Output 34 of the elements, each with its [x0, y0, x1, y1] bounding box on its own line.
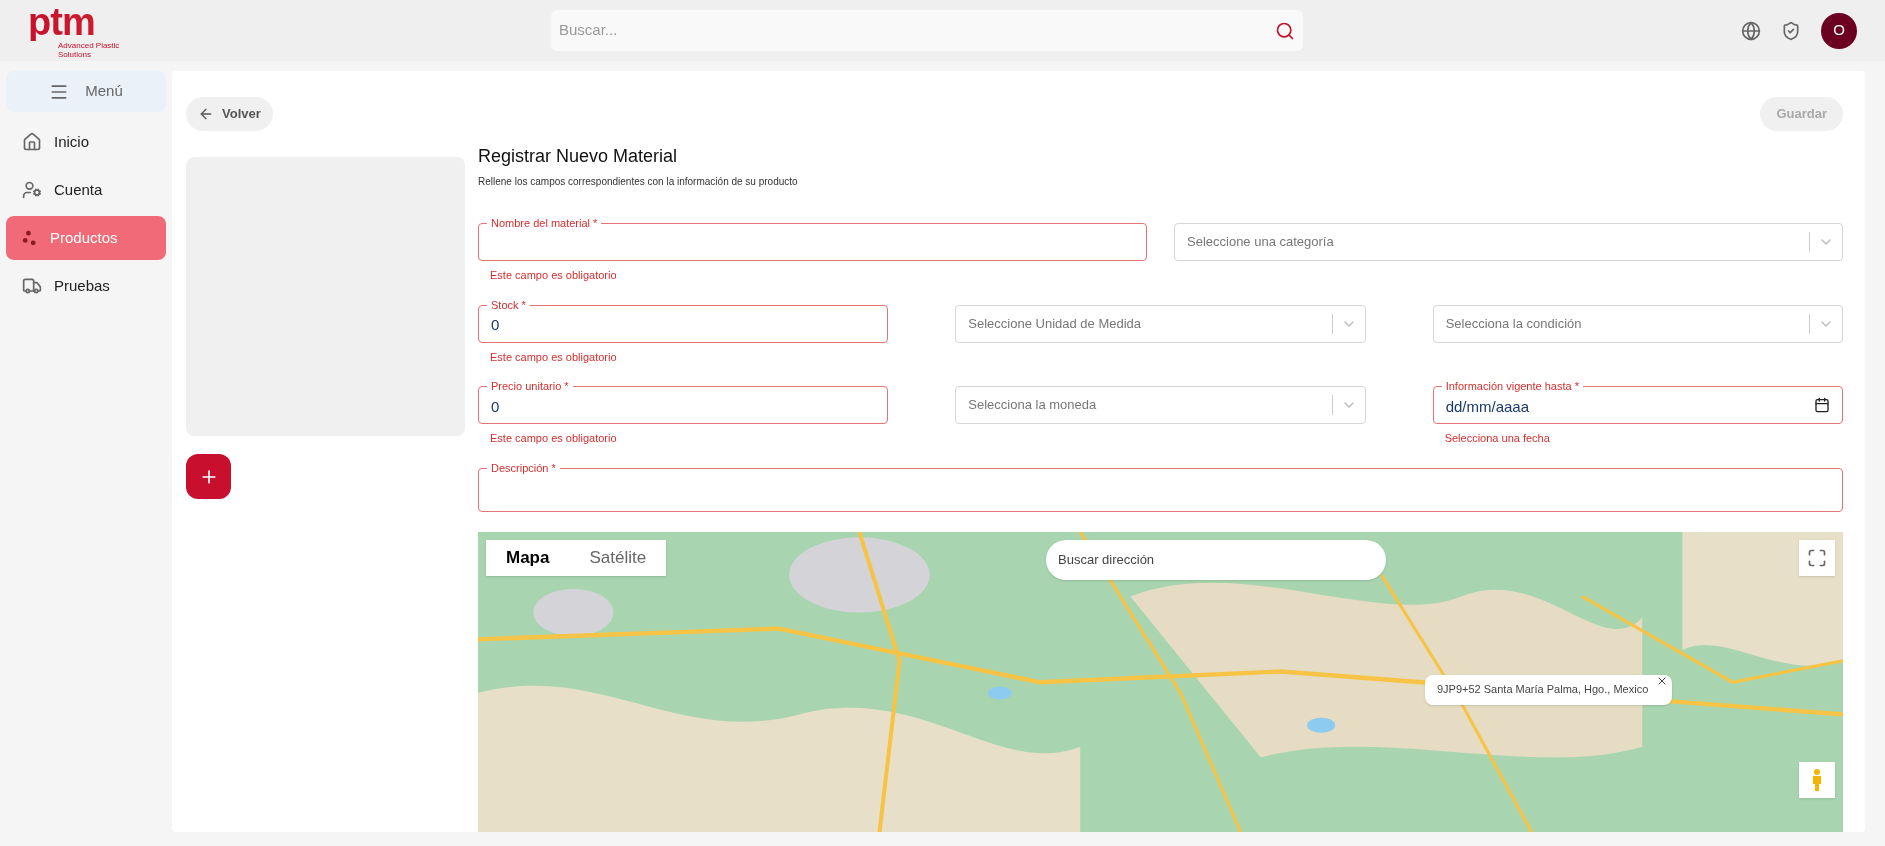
select-field[interactable]: Selecciona la moneda — [955, 386, 1366, 424]
back-button[interactable]: Volver — [186, 97, 273, 131]
error-message: Este campo es obligatorio — [489, 349, 618, 365]
sidebar-item[interactable]: Cuenta — [6, 168, 166, 212]
select-field[interactable]: Seleccione una categoría — [1174, 223, 1843, 261]
select-field[interactable]: Seleccione Unidad de Medida — [955, 304, 1366, 343]
nav-icon — [22, 180, 42, 200]
map-type-tab[interactable]: Satélite — [569, 539, 667, 576]
error-message: Selecciona una fecha — [1443, 431, 1551, 446]
popup-text: 9JP9+52 Santa María Palma, Hgo., Mexico — [1437, 682, 1649, 698]
nav-icon — [22, 132, 42, 152]
fullscreen-button[interactable] — [1799, 539, 1835, 576]
error-message: Este campo es obligatorio — [489, 268, 618, 283]
calendar-icon[interactable] — [1814, 397, 1830, 413]
fullscreen-icon — [1807, 547, 1827, 568]
dots-icon — [22, 230, 38, 246]
error-message: Este campo es obligatorio — [489, 431, 618, 446]
search-icon[interactable] — [1275, 20, 1295, 41]
map[interactable]: Mapa Satélite Buscar dirección 9JP9+52 Santa María Palma, Hgo., Mexico — [478, 531, 1843, 832]
person-icon — [1811, 768, 1823, 792]
add-button[interactable] — [186, 454, 231, 499]
user-avatar[interactable]: O — [1821, 12, 1857, 49]
select-field[interactable]: Selecciona la condición — [1432, 304, 1843, 343]
form-subtitle: Rellene los campos correspondientes con la información de su producto — [478, 175, 799, 189]
form-title: Registrar Nuevo Material — [478, 145, 679, 168]
shield-icon[interactable] — [1781, 20, 1801, 41]
nav-icon — [22, 276, 42, 296]
sidebar-item[interactable]: Inicio — [6, 120, 166, 164]
save-button: Guardar — [1760, 97, 1843, 131]
sidebar-item[interactable]: Pruebas — [6, 264, 166, 308]
globe-icon[interactable] — [1741, 20, 1761, 41]
menu-button[interactable]: Menú — [6, 71, 166, 112]
map-type-tab[interactable]: Mapa — [486, 539, 570, 576]
address-search-field[interactable]: Buscar dirección — [1046, 539, 1386, 580]
